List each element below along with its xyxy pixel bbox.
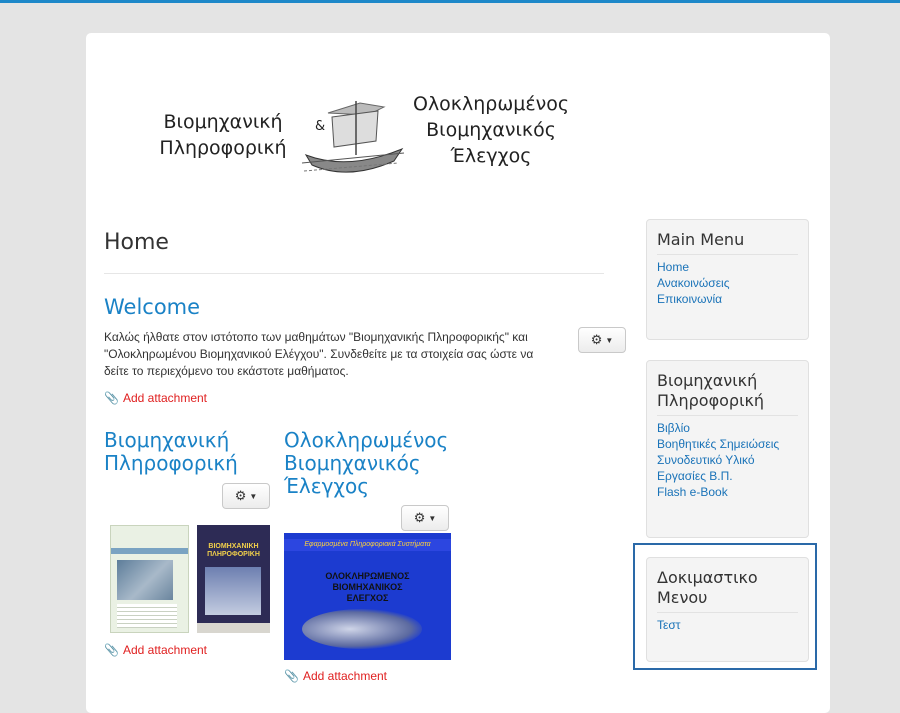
menu-item-book[interactable]: Βιβλίο	[657, 420, 798, 436]
caret-down-icon: ▼	[249, 491, 258, 501]
cover-lines	[117, 604, 177, 628]
welcome-title-link[interactable]: Welcome	[104, 295, 200, 319]
welcome-options-button[interactable]: ⚙ ▼	[578, 327, 626, 353]
module-menu-list: Βιβλίο Βοηθητικές Σημειώσεις Συνοδευτικό…	[657, 420, 798, 500]
menu-link[interactable]: Επικοινωνία	[657, 292, 722, 306]
bp-cover-front	[110, 525, 189, 633]
menu-item-flash-ebook[interactable]: Flash e-Book	[657, 484, 798, 500]
menu-link[interactable]: Βοηθητικές Σημειώσεις	[657, 437, 779, 451]
paperclip-icon: 📎	[104, 391, 119, 405]
paperclip-icon: 📎	[104, 643, 119, 657]
cover-band	[111, 548, 188, 554]
menu-item-contact[interactable]: Επικοινωνία	[657, 291, 798, 307]
site-logo[interactable]: Βιομηχανική Πληροφορική & Ολοκληρωμένος …	[86, 33, 830, 208]
logo-right-text: Ολοκληρωμένος Βιομηχανικός Έλεγχος	[406, 91, 576, 169]
article-title-bp[interactable]: Βιομηχανική Πληροφορική	[104, 429, 238, 475]
gear-icon: ⚙	[413, 510, 426, 525]
article-oe-options-button[interactable]: ⚙ ▼	[401, 505, 449, 531]
caret-down-icon: ▼	[428, 513, 437, 523]
oe-cover-image: Εφαρμοσμένα Πληροφοριακά Συστήματα ΟΛΟΚΛ…	[284, 533, 451, 660]
menu-link[interactable]: Εργασίες Β.Π.	[657, 469, 733, 483]
article-title-line: Βιομηχανικός	[284, 451, 421, 475]
oe-cover-title-line: ΒΙΟΜΗΧΑΝΙΚΟΣ	[332, 582, 403, 592]
oe-cover-top-text: Εφαρμοσμένα Πληροφοριακά Συστήματα	[284, 539, 451, 551]
module-menu-list: Home Ανακοινώσεις Επικοινωνία	[657, 259, 798, 307]
module-bp-menu: Βιομηχανική Πληροφορική Βιβλίο Βοηθητικέ…	[646, 360, 809, 538]
logo-left-text: Βιομηχανική Πληροφορική	[148, 109, 298, 161]
menu-item-home[interactable]: Home	[657, 259, 798, 275]
logo-left-line2: Πληροφορική	[159, 137, 287, 159]
ship-logo-icon	[301, 101, 405, 173]
attachment-label: Add attachment	[122, 643, 208, 657]
article-title-line: Βιομηχανική	[104, 428, 230, 452]
welcome-text: Καλώς ήλθατε στον ιστότοπο των μαθημάτων…	[104, 330, 534, 378]
logo-right-line3: Έλεγχος	[450, 145, 532, 167]
menu-link[interactable]: Flash e-Book	[657, 485, 728, 499]
title-divider	[104, 273, 604, 274]
menu-item-material[interactable]: Συνοδευτικό Υλικό	[657, 452, 798, 468]
module-title: Main Menu	[657, 230, 798, 255]
article-oe-add-attachment-link[interactable]: 📎 Add attachment	[284, 669, 387, 683]
paperclip-icon: 📎	[284, 669, 299, 683]
menu-item-notes[interactable]: Βοηθητικές Σημειώσεις	[657, 436, 798, 452]
logo-right-line1: Ολοκληρωμένος	[412, 93, 570, 115]
attachment-label: Add attachment	[122, 391, 208, 405]
page-title: Home	[104, 230, 169, 255]
cover-footer	[197, 623, 270, 633]
plug-graphic	[302, 609, 422, 649]
logo-left-line1: Βιομηχανική	[163, 111, 283, 133]
cover-photo	[117, 560, 173, 600]
top-accent-bar	[0, 0, 900, 3]
menu-link[interactable]: Βιβλίο	[657, 421, 690, 435]
article-bp-add-attachment-link[interactable]: 📎 Add attachment	[104, 643, 207, 657]
article-title-line: Έλεγχος	[284, 474, 369, 498]
article-bp-options-button[interactable]: ⚙ ▼	[222, 483, 270, 509]
article-title-line: Ολοκληρωμένος	[284, 428, 449, 452]
module-main-menu: Main Menu Home Ανακοινώσεις Επικοινωνία	[646, 219, 809, 340]
article-title-oe[interactable]: Ολοκληρωμένος Βιομηχανικός Έλεγχος	[284, 429, 448, 498]
caret-down-icon: ▼	[605, 335, 614, 345]
menu-link[interactable]: Home	[657, 260, 689, 274]
highlight-box	[633, 543, 817, 670]
menu-item-assignments[interactable]: Εργασίες Β.Π.	[657, 468, 798, 484]
attachment-label: Add attachment	[302, 669, 388, 683]
article-title-line: Πληροφορική	[104, 451, 238, 475]
gear-icon: ⚙	[234, 488, 247, 503]
menu-item-announcements[interactable]: Ανακοινώσεις	[657, 275, 798, 291]
menu-link[interactable]: Ανακοινώσεις	[657, 276, 730, 290]
cover-picture	[205, 567, 261, 615]
oe-cover-title-line: ΕΛΕΓΧΟΣ	[346, 593, 389, 603]
bp-cover-title: ΒΙΟΜΗΧΑΝΙΚΗ ΠΛΗΡΟΦΟΡΙΚΗ	[207, 543, 260, 558]
oe-cover-title: ΟΛΟΚΛΗΡΩΜΕΝΟΣ ΒΙΟΜΗΧΑΝΙΚΟΣ ΕΛΕΓΧΟΣ	[284, 571, 451, 604]
logo-right-line2: Βιομηχανικός	[426, 119, 556, 141]
bp-cover-book: ΒΙΟΜΗΧΑΝΙΚΗ ΠΛΗΡΟΦΟΡΙΚΗ	[197, 525, 270, 633]
bp-book-covers-image: ΒΙΟΜΗΧΑΝΙΚΗ ΠΛΗΡΟΦΟΡΙΚΗ	[110, 525, 270, 633]
welcome-add-attachment-link[interactable]: 📎 Add attachment	[104, 391, 207, 405]
oe-cover-title-line: ΟΛΟΚΛΗΡΩΜΕΝΟΣ	[325, 571, 410, 581]
gear-icon: ⚙	[590, 332, 603, 347]
module-title: Βιομηχανική Πληροφορική	[657, 371, 798, 416]
menu-link[interactable]: Συνοδευτικό Υλικό	[657, 453, 755, 467]
